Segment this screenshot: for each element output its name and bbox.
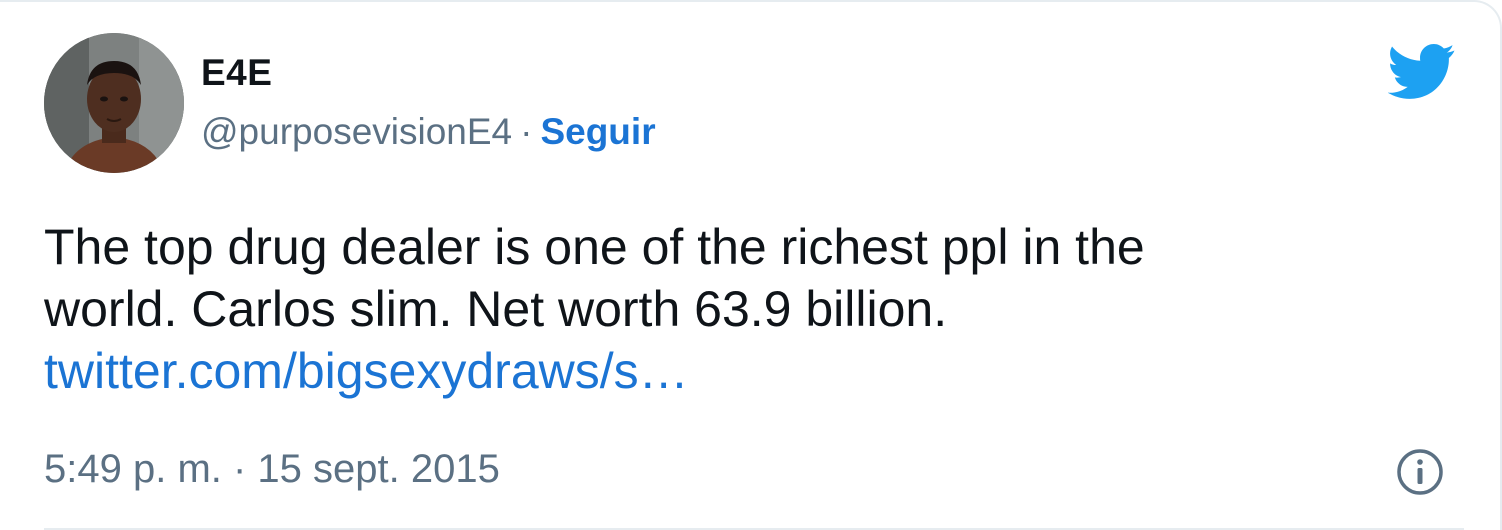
tweet-link[interactable]: twitter.com/bigsexydraws/s… xyxy=(44,340,1464,402)
avatar[interactable] xyxy=(44,33,184,173)
follow-button[interactable]: Seguir xyxy=(540,111,655,152)
tweet-text-line: The top drug dealer is one of the riches… xyxy=(44,219,1145,275)
tweet-text-line: world. Carlos slim. Net worth 63.9 billi… xyxy=(44,281,948,337)
author-handle[interactable]: @purposevisionE4 xyxy=(201,111,512,152)
info-icon[interactable] xyxy=(1395,447,1445,497)
tweet-timestamp[interactable]: 5:49 p. m. · 15 sept. 2015 xyxy=(44,447,500,492)
twitter-bird-icon[interactable] xyxy=(1387,44,1456,100)
tweet-card: E4E @purposevisionE4 · Seguir The top drug… xyxy=(0,0,1502,530)
separator-dot: · xyxy=(520,111,533,152)
author-display-name[interactable]: E4E xyxy=(201,52,272,94)
tweet-text: The top drug dealer is one of the riches… xyxy=(44,216,1464,402)
author-handle-row: @purposevisionE4 · Seguir xyxy=(201,111,656,153)
